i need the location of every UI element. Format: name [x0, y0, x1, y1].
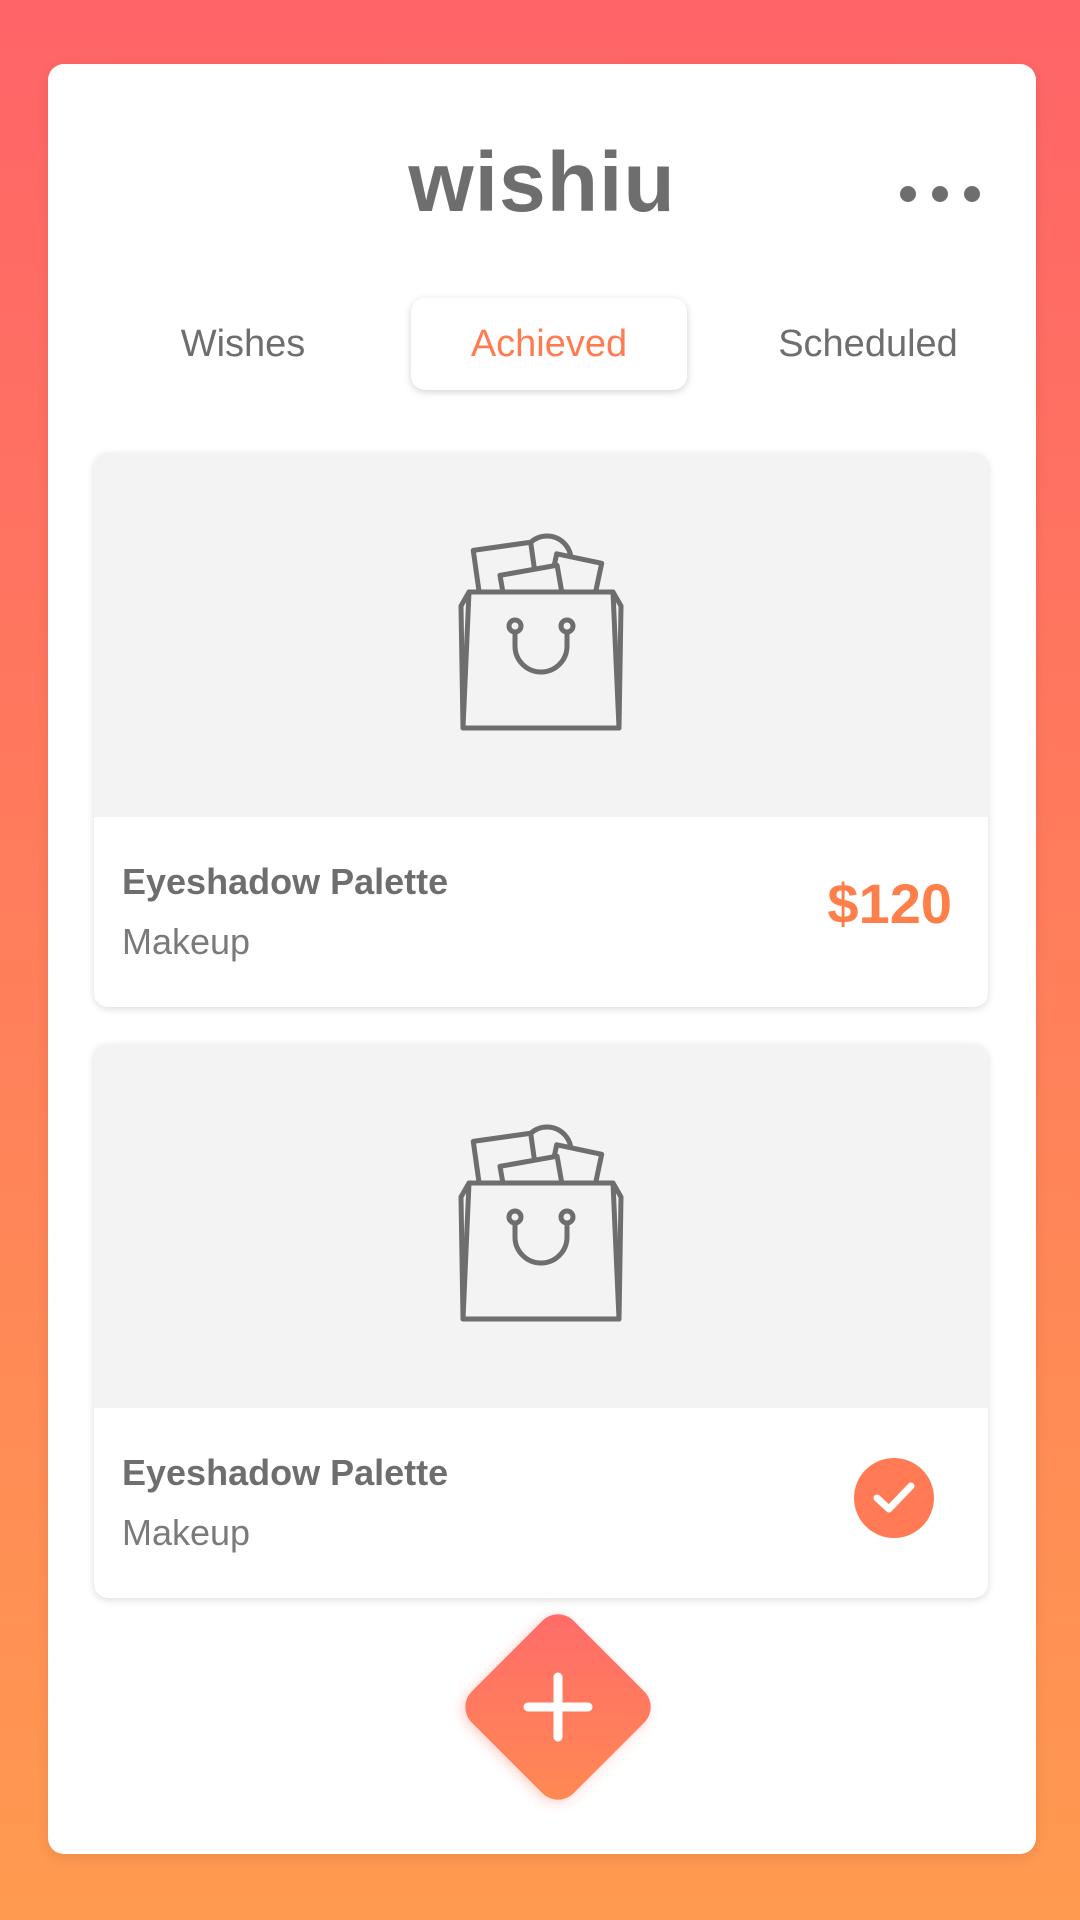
tab-scheduled[interactable]: Scheduled [748, 298, 988, 390]
check-icon [873, 1482, 915, 1513]
tab-bar: Wishes Achieved Scheduled [48, 298, 1036, 398]
tab-achieved[interactable]: Achieved [411, 298, 687, 390]
wish-card[interactable]: Eyeshadow Palette Makeup $120 [94, 453, 988, 1007]
card-image [94, 1044, 988, 1408]
app-logo: wishiu [408, 135, 676, 229]
tab-wishes[interactable]: Wishes [143, 298, 343, 390]
more-icon-dot [932, 186, 948, 202]
more-icon-dot [964, 186, 980, 202]
card-category: Makeup [122, 1512, 251, 1553]
achieved-check-button[interactable] [854, 1458, 934, 1538]
card-title: Eyeshadow Palette [122, 1452, 449, 1493]
card-category: Makeup [122, 921, 251, 962]
app-screen: wishiu Wishes Achieved Scheduled Eyeshad… [48, 64, 1036, 1854]
plus-icon [523, 1672, 593, 1742]
add-wish-button[interactable] [456, 1605, 660, 1809]
shopping-bag-icon [458, 1124, 624, 1322]
header: wishiu [48, 64, 1036, 284]
card-price: $120 [827, 872, 952, 935]
wish-card[interactable]: Eyeshadow Palette Makeup [94, 1044, 988, 1598]
more-options-button[interactable] [900, 174, 980, 214]
shopping-bag-icon [458, 533, 624, 731]
card-title: Eyeshadow Palette [122, 861, 449, 902]
card-image [94, 453, 988, 817]
more-icon-dot [900, 186, 916, 202]
